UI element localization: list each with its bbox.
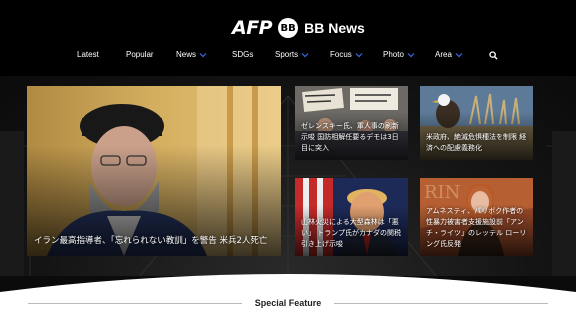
nav-label: Popular — [126, 50, 154, 59]
headline-bottom-middle: 山林火災による大型森林は「悪い」 トランプ氏がカナダの関税引き上げ示唆 — [301, 218, 402, 248]
chevron-down-icon — [455, 52, 463, 57]
nav-item-area[interactable]: Area — [435, 50, 463, 59]
section-divider-curve — [0, 274, 576, 324]
chevron-down-icon — [301, 52, 309, 57]
nav-item-popular[interactable]: Popular — [126, 50, 154, 59]
nav-label: SDGs — [232, 50, 254, 59]
nav-label: Latest — [77, 50, 99, 59]
nav-item-photo[interactable]: Photo — [383, 50, 415, 59]
headline-top-middle: ゼレンスキー氏、軍人事の刷新示唆 国防相解任要るデモは3日目に突入 — [301, 122, 399, 152]
news-card-bottom-right[interactable]: RIN アムネスティ、パリボク作者の性暴力被害者支援施設前「アンチ・ライツ」のレ… — [420, 178, 533, 256]
chevron-down-icon — [355, 52, 363, 57]
site-header: AFP BB BB News Latest Popular News SDGs … — [0, 0, 576, 76]
nav-item-sdgs[interactable]: SDGs — [232, 50, 253, 59]
nav-item-sports[interactable]: Sports — [275, 50, 309, 59]
news-card-bottom-middle[interactable]: 山林火災による大型森林は「悪い」 トランプ氏がカナダの関税引き上げ示唆 — [295, 178, 408, 256]
logo-site-name: BB News — [304, 20, 365, 36]
logo-afp-text: AFP — [232, 17, 273, 39]
news-card-top-right[interactable]: 米政府、絶滅危惧種法を制限 経済への配慮義務化 — [420, 86, 533, 160]
nav-label: News — [176, 50, 197, 59]
nav-item-latest[interactable]: Latest — [77, 50, 99, 59]
nav-label: Sports — [275, 50, 299, 59]
nav-item-focus[interactable]: Focus — [330, 50, 363, 59]
section-rule-right — [334, 303, 548, 304]
chevron-down-icon — [407, 52, 415, 57]
search-icon[interactable] — [489, 51, 498, 60]
nav-label: Photo — [383, 50, 404, 59]
headline-main: イラン最高指導者、「忘れられない教訓」を警告 米兵2人死亡 — [34, 236, 268, 246]
news-card-top-middle[interactable]: ゼレンスキー氏、軍人事の刷新示唆 国防相解任要るデモは3日目に突入 — [295, 86, 408, 160]
headline-top-right: 米政府、絶滅危惧種法を制限 経済への配慮義務化 — [426, 133, 527, 152]
headline-bottom-right: アムネスティ、パリボク作者の性暴力被害者支援施設前「アンチ・ライツ」のレッテル … — [426, 207, 527, 248]
logo-badge: BB — [278, 18, 299, 38]
image-shade — [27, 86, 281, 256]
site-logo[interactable]: AFP BB BB News — [232, 17, 365, 39]
nav-label: Focus — [330, 50, 352, 59]
news-card-main[interactable]: イラン最高指導者、「忘れられない教訓」を警告 米兵2人死亡 — [27, 86, 281, 256]
nav-item-news[interactable]: News — [176, 50, 207, 59]
chevron-down-icon — [199, 52, 207, 57]
nav-label: Area — [435, 50, 452, 59]
